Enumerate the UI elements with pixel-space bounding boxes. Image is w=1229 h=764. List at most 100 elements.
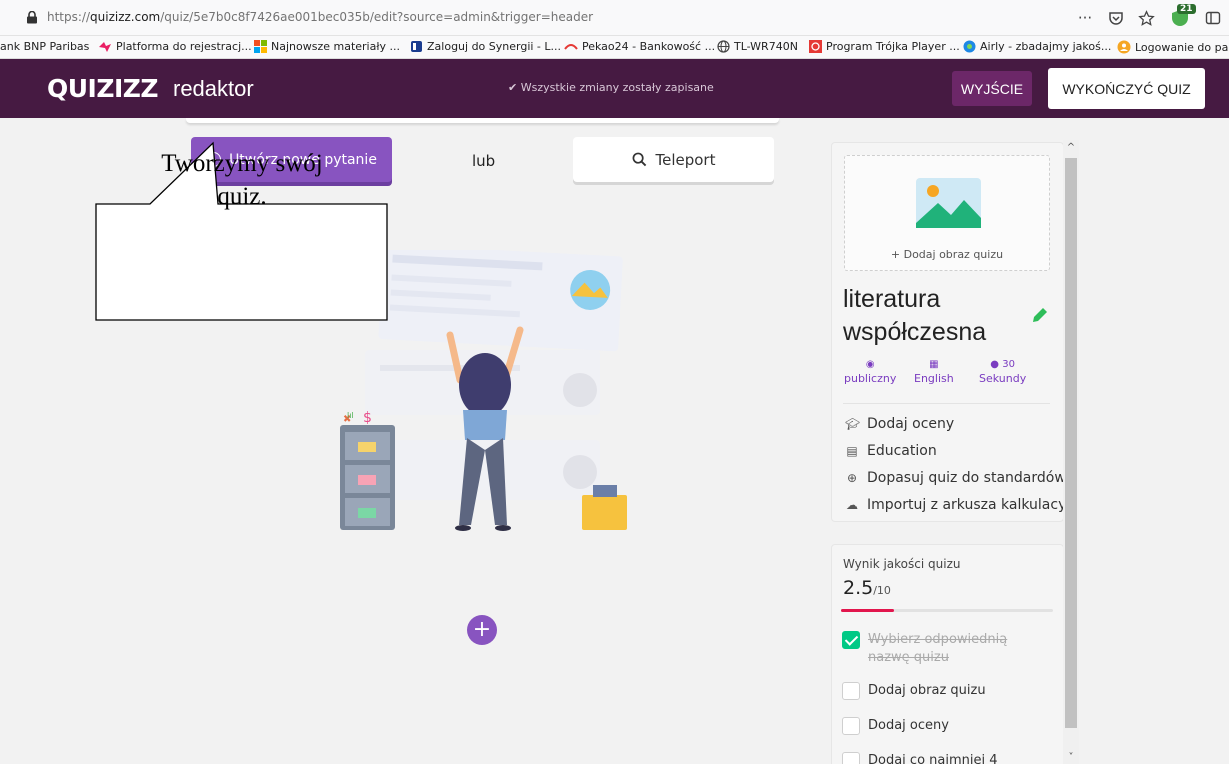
bookmark-label: Program Trójka Player ... xyxy=(826,40,960,53)
extension-button[interactable]: 21 xyxy=(1169,4,1196,29)
bookmark-label: Najnowsze materiały ... xyxy=(271,40,400,53)
edit-pencil-icon[interactable] xyxy=(1030,305,1050,325)
quality-score-value: 2.5 xyxy=(843,577,874,599)
cloud-upload-icon: ☁︎ xyxy=(846,498,858,512)
action-label: Importuj z arkusza kalkulacy... xyxy=(867,497,1078,513)
windows-logo-icon xyxy=(254,40,267,53)
bookmark-item[interactable]: Platforma do rejestracj... xyxy=(98,40,252,53)
clock-icon-row: ● 30 xyxy=(979,358,1026,372)
checklist-checkbox[interactable] xyxy=(842,752,860,764)
url-domain: quizizz.com xyxy=(90,10,161,24)
checklist-checkbox[interactable] xyxy=(842,717,860,735)
bookmark-label: Pekao24 - Bankowość ... xyxy=(582,40,716,53)
bookmark-label: TL-WR740N xyxy=(734,40,798,53)
callout-line: quiz. xyxy=(217,183,267,210)
browser-address-bar: https://quizizz.com/quiz/5e7b0c8f7426ae0… xyxy=(0,0,1229,36)
add-question-button[interactable]: + xyxy=(467,615,497,645)
action-label: Dodaj oceny xyxy=(867,416,955,432)
bookmark-item[interactable]: Logowanie do par xyxy=(1117,40,1229,54)
ellipsis-icon[interactable]: ··· xyxy=(1076,9,1094,27)
airly-icon xyxy=(963,40,976,53)
bookmark-label: Platforma do rejestracj... xyxy=(116,40,252,53)
checklist-label: Dodaj obraz quizu xyxy=(868,683,986,698)
bookmark-item[interactable]: Zaloguj do Synergii - L... xyxy=(410,40,561,53)
checklist-label: Dodaj co najmniej 4 pytania xyxy=(868,753,998,764)
bookmark-item[interactable]: ank BNP Paribas xyxy=(0,40,89,53)
url-prefix: https:// xyxy=(47,10,91,24)
scroll-down-arrow-icon[interactable]: ˅ xyxy=(1064,752,1078,763)
teleport-button[interactable]: Teleport xyxy=(573,137,774,182)
action-add-grades[interactable]: 🎓︎ Dodaj oceny xyxy=(845,416,954,432)
bookmark-item[interactable]: Airly - zbadajmy jakoś... xyxy=(963,40,1111,53)
pekao-icon xyxy=(564,43,578,50)
lock-icon xyxy=(27,11,37,24)
pocket-icon[interactable] xyxy=(1108,10,1124,26)
quality-progress-track xyxy=(841,609,1053,612)
checklist-checkbox[interactable] xyxy=(842,682,860,700)
or-separator: lub xyxy=(472,152,496,170)
exit-button[interactable]: WYJŚCIE xyxy=(952,71,1032,106)
bookmark-favicon-icon xyxy=(99,41,111,52)
time-value: 30 xyxy=(1002,359,1015,370)
bookmark-item[interactable]: Program Trójka Player ... xyxy=(809,40,960,53)
quality-score: 2.5/10 xyxy=(843,577,891,599)
visibility-meta[interactable]: ◉ publiczny xyxy=(844,358,896,386)
extension-badge: 21 xyxy=(1177,4,1196,14)
action-align-standards[interactable]: ⊕ Dopasuj quiz do standardów xyxy=(845,470,1066,486)
globe-icon xyxy=(717,40,730,53)
callout-text: Tworzymy swój quiz. xyxy=(97,147,387,213)
time-unit: Sekundy xyxy=(979,372,1027,385)
url-path: /quiz/5e7b0c8f7426ae001bec035b/edit?sour… xyxy=(160,10,594,24)
checklist-checkbox[interactable] xyxy=(842,631,860,649)
language-label: English xyxy=(914,372,954,385)
checklist-label: Dodaj oceny xyxy=(868,718,949,733)
scrollbar-thumb[interactable] xyxy=(1065,158,1077,728)
graduation-cap-icon: 🎓︎ xyxy=(845,417,861,431)
plus-circle-icon: ⊕ xyxy=(846,471,858,485)
synergia-icon xyxy=(411,41,422,52)
language-meta[interactable]: ▦ English xyxy=(914,358,954,386)
trojka-icon xyxy=(809,40,822,53)
bookmark-item[interactable]: Pekao24 - Bankowość ... xyxy=(564,40,715,53)
quiz-title-line: współczesna xyxy=(843,318,987,346)
action-subject[interactable]: ▤ Education xyxy=(845,443,937,459)
login-icon xyxy=(1117,40,1131,54)
star-icon[interactable] xyxy=(1138,9,1155,27)
svg-text:$: $ xyxy=(363,410,372,426)
callout-line: Tworzymy swój xyxy=(161,150,323,177)
save-status: ✔ Wszystkie zmiany zostały zapisane xyxy=(508,81,714,94)
bookmark-label: Logowanie do par xyxy=(1135,40,1229,54)
scroll-up-arrow-icon[interactable]: ^ xyxy=(1064,142,1078,153)
bookmarks-bar: ank BNP Paribas Platforma do rejestracj.… xyxy=(0,36,1229,59)
visibility-label: publiczny xyxy=(844,372,897,385)
eye-icon: ◉ xyxy=(865,359,875,370)
sidebar-icon[interactable] xyxy=(1205,10,1221,26)
search-icon xyxy=(632,152,646,167)
svg-text:lıl: lıl xyxy=(347,411,354,420)
finish-quiz-button[interactable]: WYKOŃCZYĆ QUIZ xyxy=(1048,68,1205,109)
action-label: Dopasuj quiz do standardów xyxy=(867,470,1066,486)
bookmark-label: Airly - zbadajmy jakoś... xyxy=(980,40,1112,53)
time-meta[interactable]: ● 30 Sekundy xyxy=(979,358,1026,386)
action-label: Education xyxy=(867,443,937,459)
book-icon: ▤ xyxy=(846,444,858,458)
quality-label: Wynik jakości quizu xyxy=(843,557,961,571)
url-field[interactable]: https://quizizz.com/quiz/5e7b0c8f7426ae0… xyxy=(47,10,593,24)
bookmark-label: ank BNP Paribas xyxy=(0,40,90,53)
add-quiz-image-label: + Dodaj obraz quizu xyxy=(890,248,1004,261)
quiz-title-line: literatura xyxy=(843,285,941,313)
language-icon: ▦ xyxy=(929,359,939,370)
clock-icon: ● xyxy=(990,359,1000,370)
bookmark-item[interactable]: Najnowsze materiały ... xyxy=(254,40,400,53)
screen: https://quizizz.com/quiz/5e7b0c8f7426ae0… xyxy=(0,0,1229,764)
bookmark-label: Zaloguj do Synergii - L... xyxy=(427,40,562,53)
bookmark-item[interactable]: TL-WR740N xyxy=(717,40,798,53)
action-import-spreadsheet[interactable]: ☁︎ Importuj z arkusza kalkulacy... xyxy=(845,497,1078,513)
teleport-label: Teleport xyxy=(655,150,716,169)
quality-score-max: /10 xyxy=(873,584,891,597)
quality-progress-fill xyxy=(841,609,894,612)
add-quiz-image-dropzone[interactable]: + Dodaj obraz quizu xyxy=(844,155,1050,271)
panel-divider xyxy=(843,403,1050,404)
checklist-label: Wybierz odpowiednią nazwę quizu xyxy=(868,632,1008,665)
quiz-title: literatura współczesna xyxy=(843,283,1043,349)
